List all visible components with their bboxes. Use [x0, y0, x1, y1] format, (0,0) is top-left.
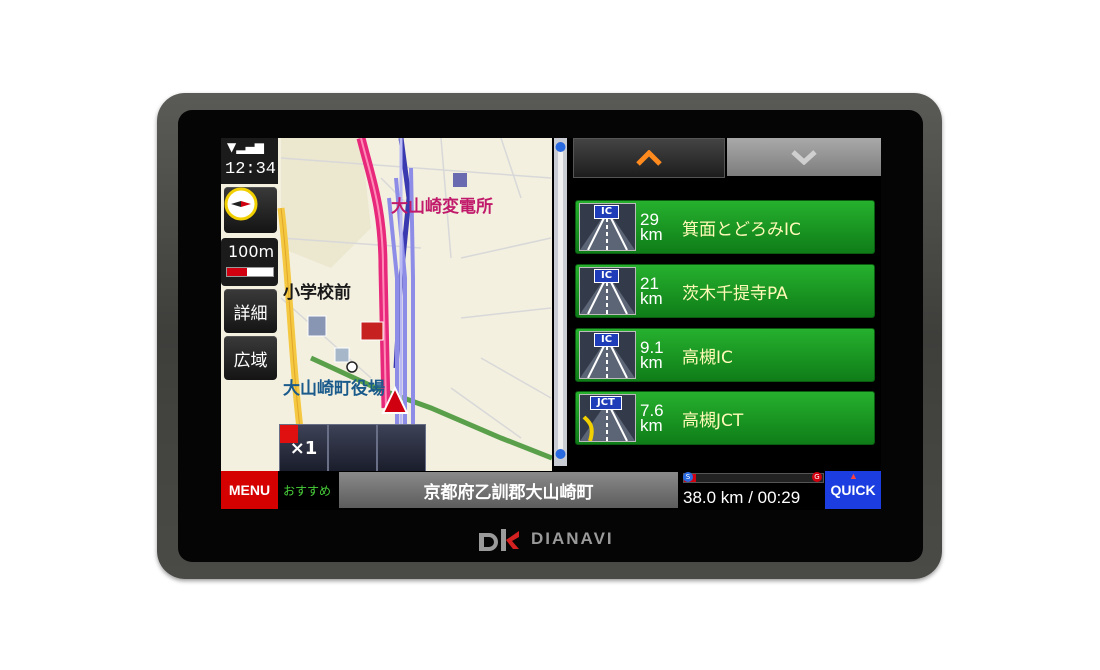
exit-distance: 7.6 km [640, 401, 664, 435]
route-progress-bar [683, 473, 824, 483]
brand-name: DIANAVI [531, 529, 614, 548]
exit-item[interactable]: IC 21 km 茨木千提寺PA [575, 264, 875, 318]
pause-button[interactable] [282, 424, 377, 472]
exit-name: 高槻IC [682, 347, 733, 368]
goal-marker: G [812, 472, 822, 482]
exit-item[interactable]: JCT 7.6 km 高槻JCT [575, 391, 875, 445]
start-marker: S [683, 472, 693, 482]
exit-item[interactable]: IC 9.1 km 高槻IC [575, 328, 875, 382]
bottom-bar: MENU おすすめ 京都府乙訓郡大山崎町 S G 38.0 km / 00:29… [221, 471, 881, 510]
compass-icon [224, 187, 258, 221]
nav-screen: 大山崎変電所 小学校前 大山崎町役場 ▼▂▄▆ 12:34 100m 詳細 広域… [221, 138, 881, 510]
status-panel: ▼▂▄▆ 12:34 [221, 138, 278, 184]
scale-bar [226, 267, 274, 277]
exit-list-panel: IC 29 km 箕面とどろみIC IC 21 km 茨木千提寺PA IC 9.1 k… [569, 138, 881, 468]
scrollbar-track [555, 142, 566, 459]
map-label-town-office: 大山崎町役場 [283, 379, 385, 399]
school-poi-icon [307, 315, 327, 337]
stop-button[interactable] [280, 424, 426, 472]
exit-type-tag: JCT [590, 396, 622, 410]
scale-label: 100m [228, 242, 275, 261]
signal-icon: ▼▂▄▆ [227, 140, 264, 154]
exit-name: 箕面とどろみIC [682, 219, 801, 240]
scroll-down-button[interactable] [727, 138, 881, 176]
stop-icon [280, 425, 298, 443]
highway-thumbnail: IC [579, 267, 636, 315]
distance-time: 38.0 km / 00:29 [683, 488, 801, 507]
scale-indicator: 100m [221, 238, 278, 286]
exit-name: 茨木千提寺PA [682, 283, 788, 304]
scroll-up-button[interactable] [573, 138, 725, 178]
map-label-substation: 大山崎変電所 [391, 197, 493, 217]
exit-name: 高槻JCT [682, 410, 744, 431]
office-poi-icon [334, 347, 350, 363]
compass-button[interactable] [224, 187, 277, 233]
brand-logo: DIANAVI [477, 526, 614, 552]
highway-thumbnail: JCT [579, 394, 636, 442]
highway-thumbnail: IC [579, 331, 636, 379]
recommend-button[interactable]: おすすめ [283, 471, 331, 509]
detail-zoom-button[interactable]: 詳細 [224, 289, 277, 333]
exit-type-tag: IC [594, 205, 620, 219]
exit-type-tag: IC [594, 269, 620, 283]
substation-poi-icon [453, 173, 467, 187]
quick-button[interactable]: ▲ QUICK [825, 471, 881, 509]
dianavi-logo-icon [479, 529, 519, 551]
chevron-down-icon [791, 150, 817, 165]
exit-distance: 9.1 km [640, 338, 664, 372]
chevron-up-icon [636, 150, 662, 166]
exit-distance: 21 km [640, 274, 663, 308]
map-view[interactable]: 大山崎変電所 小学校前 大山崎町役場 ▼▂▄▆ 12:34 100m 詳細 広域… [221, 138, 552, 510]
exit-item[interactable]: IC 29 km 箕面とどろみIC [575, 200, 875, 254]
exit-distance: 29 km [640, 210, 663, 244]
fire-station-poi-icon [360, 321, 384, 341]
quick-arrow-icon: ▲ [849, 471, 858, 481]
current-address: 京都府乙訓郡大山崎町 [339, 472, 678, 508]
clock: 12:34 [225, 160, 277, 179]
menu-button[interactable]: MENU [221, 471, 278, 509]
playback-controls: ×1 [279, 424, 426, 472]
wide-zoom-button[interactable]: 広域 [224, 336, 277, 380]
highway-thumbnail: IC [579, 203, 636, 251]
map-label-school: 小学校前 [283, 283, 351, 303]
exit-type-tag: IC [594, 333, 620, 347]
list-scrollbar[interactable] [554, 138, 567, 466]
